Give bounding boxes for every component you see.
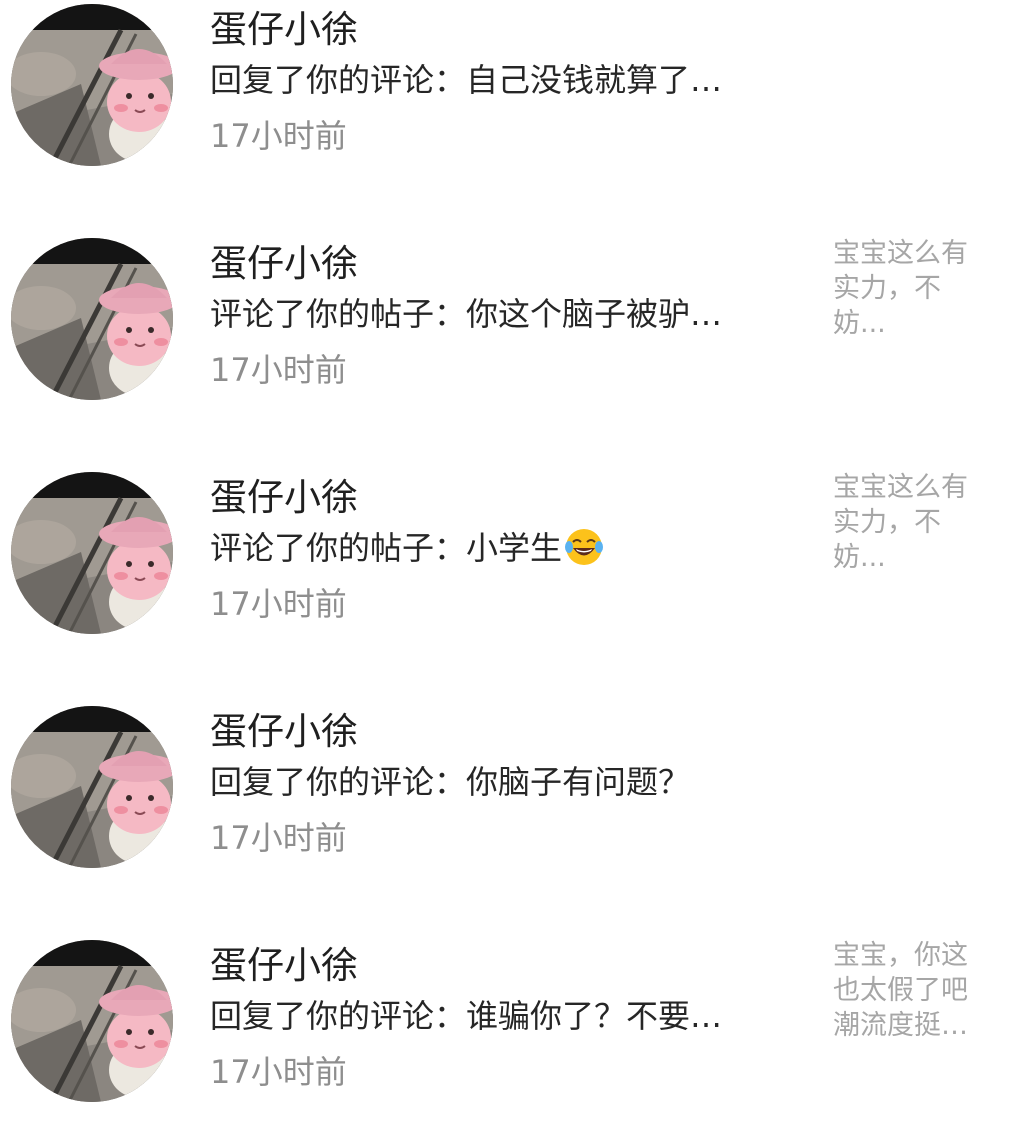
timestamp: 17小时前 xyxy=(210,117,347,155)
notification-item[interactable]: 蛋仔小徐 回复了你的评论：你脑子有问题？ 17小时前 xyxy=(0,702,1015,902)
avatar[interactable] xyxy=(11,4,173,166)
original-post-preview[interactable]: 宝宝这么有实力，不妨... xyxy=(833,470,985,575)
avatar[interactable] xyxy=(11,238,173,400)
timestamp: 17小时前 xyxy=(210,819,347,857)
notification-item[interactable]: 蛋仔小徐 回复了你的评论：谁骗你了？不要… 17小时前 宝宝，你这也太假了吧潮流… xyxy=(0,936,1015,1136)
username[interactable]: 蛋仔小徐 xyxy=(210,942,358,990)
notification-message[interactable]: 回复了你的评论：你脑子有问题？ xyxy=(210,760,785,804)
laughing-tears-emoji-icon xyxy=(564,527,604,567)
avatar[interactable] xyxy=(11,706,173,868)
timestamp: 17小时前 xyxy=(210,351,347,389)
timestamp: 17小时前 xyxy=(210,585,347,623)
notification-item[interactable]: 蛋仔小徐 评论了你的帖子：小学生 17小时前 宝宝这么有实力，不妨... xyxy=(0,468,1015,668)
avatar[interactable] xyxy=(11,940,173,1102)
username[interactable]: 蛋仔小徐 xyxy=(210,474,358,522)
notification-message-text: 评论了你的帖子：小学生 xyxy=(210,529,563,567)
original-post-preview[interactable]: 宝宝，你这也太假了吧潮流度挺… xyxy=(833,938,985,1043)
notification-message[interactable]: 评论了你的帖子：你这个脑子被驴… xyxy=(210,292,785,336)
original-post-preview[interactable]: 宝宝这么有实力，不妨... xyxy=(833,236,985,341)
notification-message[interactable]: 回复了你的评论：谁骗你了？不要… xyxy=(210,994,785,1038)
notification-item[interactable]: 蛋仔小徐 回复了你的评论：自己没钱就算了… 17小时前 xyxy=(0,0,1015,200)
notification-message[interactable]: 评论了你的帖子：小学生 xyxy=(210,526,785,570)
avatar[interactable] xyxy=(11,472,173,634)
username[interactable]: 蛋仔小徐 xyxy=(210,240,358,288)
username[interactable]: 蛋仔小徐 xyxy=(210,6,358,54)
notification-list: 蛋仔小徐 回复了你的评论：自己没钱就算了… 17小时前 蛋仔小徐 评论了你的帖子… xyxy=(0,0,1015,1104)
notification-item[interactable]: 蛋仔小徐 评论了你的帖子：你这个脑子被驴… 17小时前 宝宝这么有实力，不妨..… xyxy=(0,234,1015,434)
notification-message[interactable]: 回复了你的评论：自己没钱就算了… xyxy=(210,58,785,102)
username[interactable]: 蛋仔小徐 xyxy=(210,708,358,756)
timestamp: 17小时前 xyxy=(210,1053,347,1091)
